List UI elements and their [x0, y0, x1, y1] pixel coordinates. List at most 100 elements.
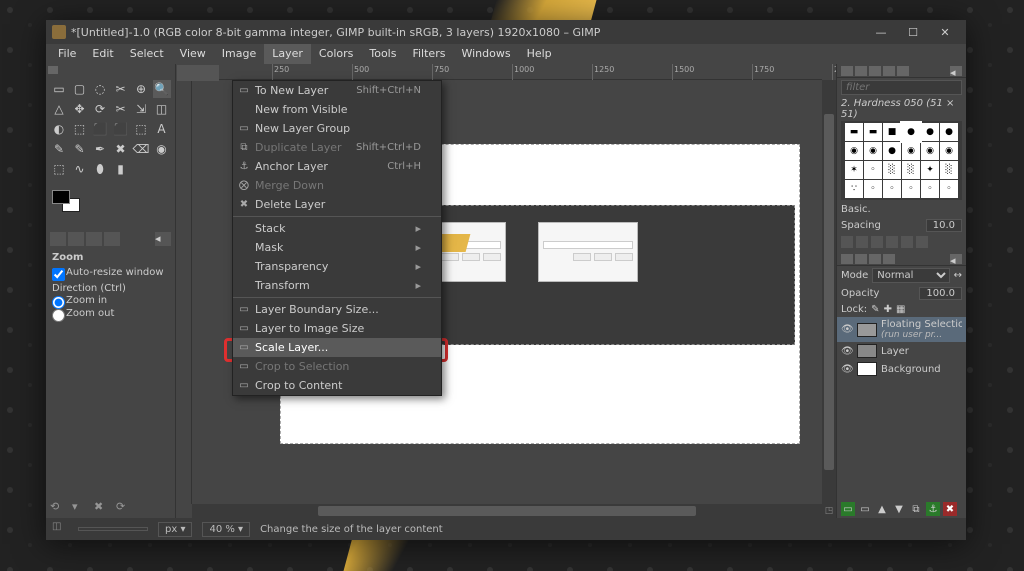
brush-17[interactable]: ░ — [940, 161, 958, 179]
menu-item-new-layer-group[interactable]: ▭New Layer Group — [233, 119, 441, 138]
ruler-horizontal[interactable]: 25050075010001250150017502000 — [192, 64, 822, 80]
tool-19[interactable]: ✎ — [71, 140, 89, 158]
minimize-button[interactable]: — — [874, 25, 888, 39]
brush-21[interactable]: ◦ — [902, 180, 920, 198]
titlebar[interactable]: *[Untitled]-1.0 (RGB color 8-bit gamma i… — [46, 20, 966, 44]
menu-help[interactable]: Help — [519, 44, 560, 64]
tool-0[interactable]: ▭ — [50, 80, 68, 98]
tool-13[interactable]: ⬚ — [71, 120, 89, 138]
autoresize-checkbox[interactable]: Auto-resize window — [52, 266, 169, 279]
tool-27[interactable]: ▮ — [112, 160, 130, 178]
menu-item-new-from-visible[interactable]: New from Visible — [233, 100, 441, 119]
tool-1[interactable]: ▢ — [71, 80, 89, 98]
layers-dock-tabs[interactable]: ◂ — [837, 252, 966, 266]
menu-colors[interactable]: Colors — [311, 44, 361, 64]
menu-select[interactable]: Select — [122, 44, 172, 64]
tool-options-buttons[interactable]: ⟲▾✖⟳ — [50, 500, 130, 514]
brush-4[interactable]: ● — [921, 123, 939, 141]
menu-file[interactable]: File — [50, 44, 84, 64]
tool-16[interactable]: ⬚ — [132, 120, 150, 138]
brush-22[interactable]: ◦ — [921, 180, 939, 198]
tool-17[interactable]: A — [153, 120, 171, 138]
menu-view[interactable]: View — [172, 44, 214, 64]
menu-item-to-new-layer[interactable]: ▭To New LayerShift+Ctrl+N — [233, 81, 441, 100]
tool-4[interactable]: ⊕ — [132, 80, 150, 98]
brush-20[interactable]: ◦ — [883, 180, 901, 198]
brush-19[interactable]: ◦ — [864, 180, 882, 198]
tool-18[interactable]: ✎ — [50, 140, 68, 158]
brush-3[interactable]: ● — [902, 123, 920, 141]
zoom-out-radio[interactable]: Zoom out — [52, 307, 169, 320]
ruler-vertical[interactable] — [176, 80, 192, 504]
brush-5[interactable]: ● — [940, 123, 958, 141]
layer-name-label[interactable]: Background — [881, 364, 962, 375]
brush-1[interactable]: ▬ — [864, 123, 882, 141]
menu-item-anchor-layer[interactable]: ⚓Anchor LayerCtrl+H — [233, 157, 441, 176]
scrollbar-vertical[interactable] — [822, 80, 836, 504]
tool-7[interactable]: ✥ — [71, 100, 89, 118]
visibility-icon[interactable]: 👁 — [841, 324, 853, 335]
lock-alpha-icon[interactable]: ▦ — [896, 304, 905, 315]
brush-grid[interactable]: ▬▬■●●●◉◉●◉◉◉✶◦░░✦░∵◦◦◦◦◦ — [841, 121, 962, 200]
menu-item-transform[interactable]: Transform▸ — [233, 276, 441, 295]
brush-12[interactable]: ✶ — [845, 161, 863, 179]
menu-item-transparency[interactable]: Transparency▸ — [233, 257, 441, 276]
brush-15[interactable]: ░ — [902, 161, 920, 179]
tool-5[interactable]: 🔍 — [153, 80, 171, 98]
spacing-value[interactable]: 10.0 — [926, 219, 962, 232]
visibility-icon[interactable]: 👁 — [841, 346, 853, 357]
menu-item-stack[interactable]: Stack▸ — [233, 219, 441, 238]
brush-10[interactable]: ◉ — [921, 142, 939, 160]
brush-2[interactable]: ■ — [883, 123, 901, 141]
brush-6[interactable]: ◉ — [845, 142, 863, 160]
brush-7[interactable]: ◉ — [864, 142, 882, 160]
menu-windows[interactable]: Windows — [453, 44, 518, 64]
tool-25[interactable]: ∿ — [71, 160, 89, 178]
brush-preset-label[interactable]: Basic. — [841, 204, 871, 215]
fg-bg-color[interactable] — [52, 190, 88, 222]
quickmask-toggle-icon[interactable]: ◫ — [52, 521, 68, 537]
brush-18[interactable]: ∵ — [845, 180, 863, 198]
tool-24[interactable]: ⬚ — [50, 160, 68, 178]
maximize-button[interactable]: ☐ — [906, 25, 920, 39]
brush-13[interactable]: ◦ — [864, 161, 882, 179]
menu-tools[interactable]: Tools — [361, 44, 404, 64]
opacity-value[interactable]: 100.0 — [919, 287, 962, 300]
menu-edit[interactable]: Edit — [84, 44, 121, 64]
tool-21[interactable]: ✖ — [112, 140, 130, 158]
tool-14[interactable]: ⬛ — [91, 120, 109, 138]
layer-name-label[interactable]: Floating Selection(run user pr... — [881, 319, 962, 340]
brush-23[interactable]: ◦ — [940, 180, 958, 198]
close-button[interactable]: ✕ — [938, 25, 952, 39]
tool-8[interactable]: ⟳ — [91, 100, 109, 118]
unit-select[interactable]: px ▾ — [158, 522, 192, 537]
brush-9[interactable]: ◉ — [902, 142, 920, 160]
brush-action-buttons[interactable] — [837, 234, 966, 250]
layer-name-label[interactable]: Layer — [881, 346, 962, 357]
tool-11[interactable]: ◫ — [153, 100, 171, 118]
image-tab-strip[interactable] — [176, 64, 226, 82]
brush-11[interactable]: ◉ — [940, 142, 958, 160]
tool-22[interactable]: ⌫ — [132, 140, 150, 158]
layer-item[interactable]: 👁 Layer — [837, 342, 966, 360]
navigation-preview-icon[interactable]: ◳ — [822, 504, 836, 518]
tool-15[interactable]: ⬛ — [112, 120, 130, 138]
tool-23[interactable]: ◉ — [153, 140, 171, 158]
tool-9[interactable]: ✂ — [112, 100, 130, 118]
lock-position-icon[interactable]: ✚ — [884, 304, 892, 315]
menu-item-scale-layer-[interactable]: ▭Scale Layer... — [233, 338, 441, 357]
tool-2[interactable]: ◌ — [91, 80, 109, 98]
brush-dock-tabs[interactable]: ◂ — [837, 64, 966, 78]
scrollbar-horizontal[interactable] — [192, 504, 822, 518]
lock-pixels-icon[interactable]: ✎ — [871, 304, 879, 315]
tool-12[interactable]: ◐ — [50, 120, 68, 138]
layers-action-buttons[interactable]: ▭ ▭ ▲ ▼ ⧉ ⚓ ✖ — [837, 500, 966, 518]
tool-3[interactable]: ✂ — [112, 80, 130, 98]
tool-20[interactable]: ✒ — [91, 140, 109, 158]
brush-8[interactable]: ● — [883, 142, 901, 160]
menu-filters[interactable]: Filters — [404, 44, 453, 64]
brush-filter-input[interactable] — [841, 80, 962, 95]
menu-item-mask[interactable]: Mask▸ — [233, 238, 441, 257]
menu-item-crop-to-content[interactable]: ▭Crop to Content — [233, 376, 441, 395]
layer-item[interactable]: 👁Background — [837, 360, 966, 378]
